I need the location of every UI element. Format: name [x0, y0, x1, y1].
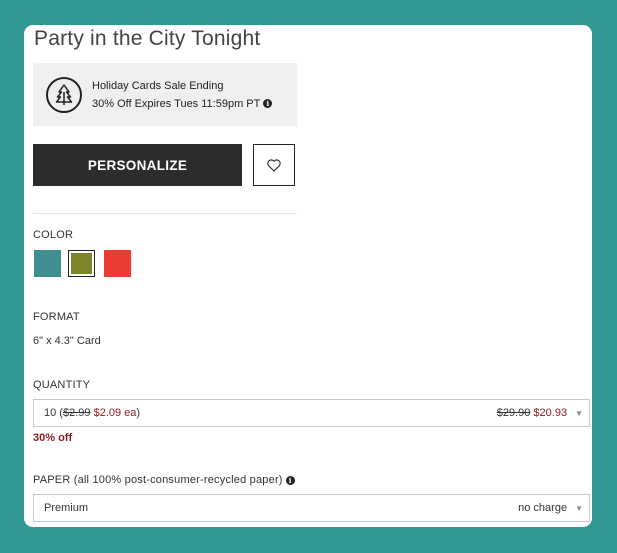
paper-label: PAPER (all 100% post-consumer-recycled p…: [33, 474, 283, 486]
paper-selected: Premium: [44, 502, 89, 514]
paper-select[interactable]: Premium no charge ▼: [33, 494, 590, 522]
promo-expiry: 30% Off Expires Tues 11:59pm PT: [92, 97, 261, 110]
promo-banner: Holiday Cards Sale Ending 30% Off Expire…: [33, 63, 297, 126]
info-icon[interactable]: i: [285, 475, 295, 485]
heart-icon: [267, 158, 281, 172]
color-swatch-red[interactable]: [104, 250, 131, 277]
tree-icon: [46, 76, 82, 113]
discount-text: 30% off: [33, 432, 73, 444]
chevron-down-icon: ▼: [575, 503, 583, 513]
format-label: FORMAT: [33, 311, 80, 323]
quantity-selected: 10 ($2.99 $2.09 ea): [44, 407, 141, 419]
promo-line-1: Holiday Cards Sale Ending: [92, 79, 224, 92]
color-label: COLOR: [33, 229, 74, 241]
old-total-price: $29.90: [496, 407, 531, 419]
favorite-button[interactable]: [253, 144, 295, 186]
new-total-price: $20.93: [533, 407, 568, 419]
paper-label-row: PAPER (all 100% post-consumer-recycled p…: [33, 474, 295, 486]
paper-price-note: no charge: [518, 502, 568, 514]
promo-line-2: 30% Off Expires Tues 11:59pm PT i: [92, 95, 273, 113]
product-title: Party in the City Tonight: [34, 27, 261, 50]
chevron-down-icon: ▼: [575, 408, 583, 418]
product-card: Party in the City Tonight Holiday Cards …: [24, 25, 592, 527]
color-swatch-olive[interactable]: [68, 250, 95, 277]
old-unit-price: $2.99: [62, 407, 91, 419]
format-value: 6" x 4.3" Card: [33, 335, 101, 347]
color-swatch-teal[interactable]: [34, 250, 61, 277]
quantity-label: QUANTITY: [33, 379, 91, 391]
quantity-count: 10: [44, 407, 57, 419]
promo-text: Holiday Cards Sale Ending 30% Off Expire…: [92, 77, 273, 113]
quantity-select[interactable]: 10 ($2.99 $2.09 ea) $29.90 $20.93 ▼: [33, 399, 590, 427]
new-unit-price: $2.09 ea: [93, 407, 137, 419]
info-icon[interactable]: i: [263, 99, 273, 109]
divider: [33, 213, 297, 214]
personalize-button[interactable]: PERSONALIZE: [33, 144, 242, 186]
quantity-total: $29.90 $20.93: [497, 407, 567, 419]
